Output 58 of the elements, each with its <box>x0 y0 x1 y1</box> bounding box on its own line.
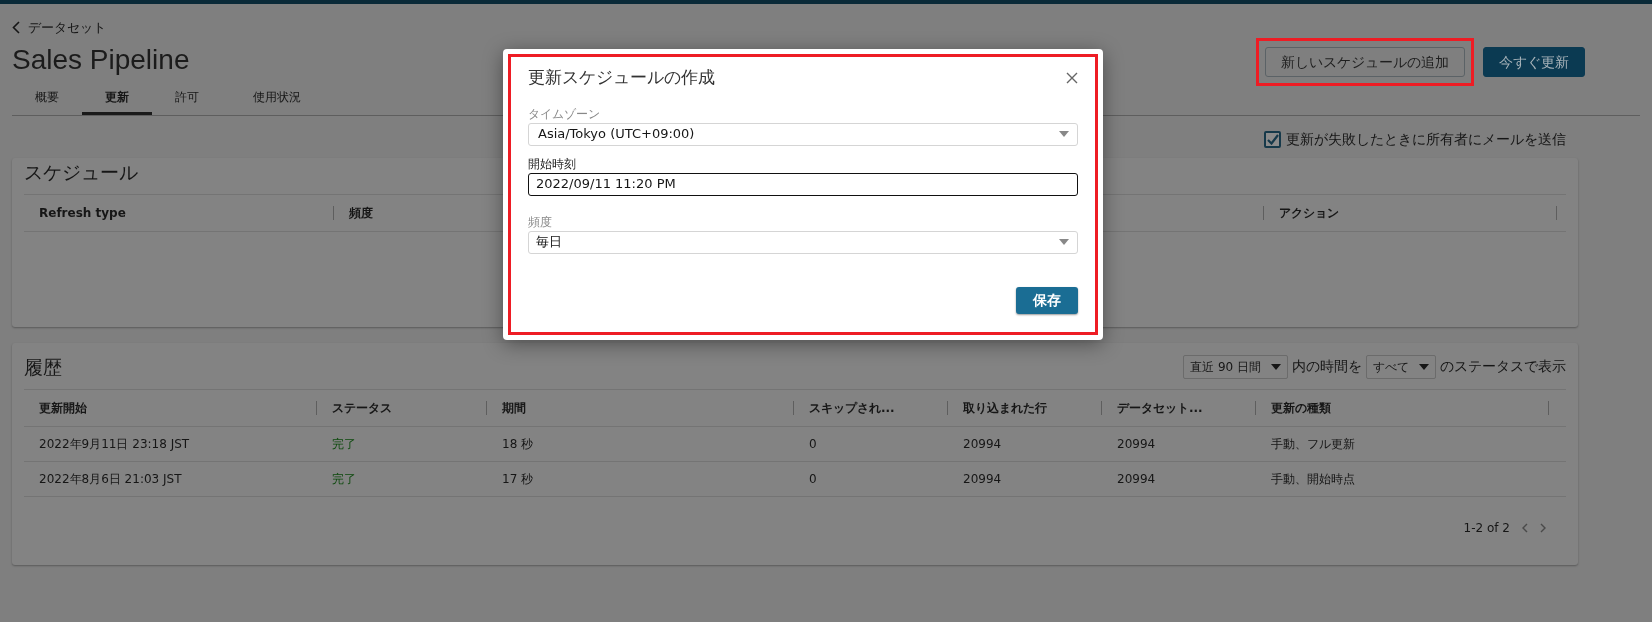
tab[interactable]: 使用状況 <box>222 87 332 115</box>
table-cell-text: 0 <box>808 436 818 453</box>
table-cell-text: 2022年8月6日 21:03 JST <box>38 471 183 488</box>
column-header: 更新の種類 <box>1271 400 1331 417</box>
caret-icon <box>1059 239 1069 245</box>
table-cell-text: 2022年9月11日 23:18 JST <box>38 436 191 453</box>
table-cell-text: 20994 <box>1116 471 1157 488</box>
table-cell-text: 0 <box>808 471 818 488</box>
table-cell-text: 17 秒 <box>501 471 535 488</box>
pagination-text: 1-2 of 2 <box>1463 520 1510 537</box>
checkmark-icon <box>1266 133 1279 145</box>
card-title: スケジュール <box>24 159 138 185</box>
table-cell-text: 手動、フル更新 <box>1270 436 1356 453</box>
chevron-left-icon[interactable] <box>1522 523 1528 533</box>
tab[interactable]: 更新 <box>82 87 152 115</box>
header-button[interactable]: 新しいスケジュールの追加 <box>1265 47 1465 77</box>
column-header: アクション <box>1279 205 1339 222</box>
caret-icon <box>1271 363 1281 370</box>
tab[interactable]: 概要 <box>12 87 82 115</box>
column-header: ステータス <box>332 400 392 417</box>
select-field[interactable]: Asia/Tokyo (UTC+09:00) <box>528 122 1078 146</box>
select-field[interactable]: 毎日 <box>528 230 1078 254</box>
dialog-title: 更新スケジュールの作成 <box>528 66 715 89</box>
caret-icon <box>1059 131 1069 137</box>
column-header: スキップされ... <box>809 400 895 417</box>
table-cell-text: 完了 <box>331 471 357 488</box>
status-dropdown[interactable]: すべて <box>1366 354 1436 379</box>
field-label: 開始時刻 <box>528 155 577 173</box>
table-cell-text: 20994 <box>1116 436 1157 453</box>
chevron-left-icon <box>12 21 20 35</box>
column-header: データセット... <box>1117 400 1203 417</box>
table-cell-text: 手動、開始時点 <box>1270 471 1356 488</box>
column-header: 更新開始 <box>39 400 87 417</box>
header-button[interactable]: 今すぐ更新 <box>1483 47 1585 77</box>
table-cell-text: 20994 <box>962 436 1003 453</box>
table-cell-text: 完了 <box>331 436 357 453</box>
field-label: 頻度 <box>528 213 553 231</box>
column-header: 頻度 <box>349 205 373 222</box>
checkbox[interactable] <box>1264 130 1281 148</box>
column-header: Refresh type <box>39 205 126 222</box>
period-dropdown[interactable]: 直近 90 日間 <box>1183 354 1288 379</box>
chevron-right-icon[interactable] <box>1540 523 1546 533</box>
field-label: タイムゾーン <box>528 105 601 123</box>
card-title: 履歴 <box>24 354 62 380</box>
checkbox-label: 更新が失敗したときに所有者にメールを送信 <box>1286 129 1566 149</box>
column-header: 取り込まれた行 <box>963 400 1047 417</box>
filter-text: 内の時間を <box>1292 357 1362 377</box>
save-button[interactable]: 保存 <box>1016 286 1078 314</box>
table-cell-text: 20994 <box>962 471 1003 488</box>
back-link[interactable]: データセット <box>12 18 190 38</box>
filter-text: のステータスで表示 <box>1440 357 1566 377</box>
table-cell-text: 18 秒 <box>501 436 535 453</box>
input-field[interactable]: 2022/09/11 11:20 PM <box>528 172 1078 196</box>
close-icon[interactable] <box>1066 71 1078 84</box>
column-header: 期間 <box>502 400 526 417</box>
tab[interactable]: 許可 <box>152 87 222 115</box>
page-title: Sales Pipeline <box>12 42 190 77</box>
caret-icon <box>1419 363 1429 370</box>
